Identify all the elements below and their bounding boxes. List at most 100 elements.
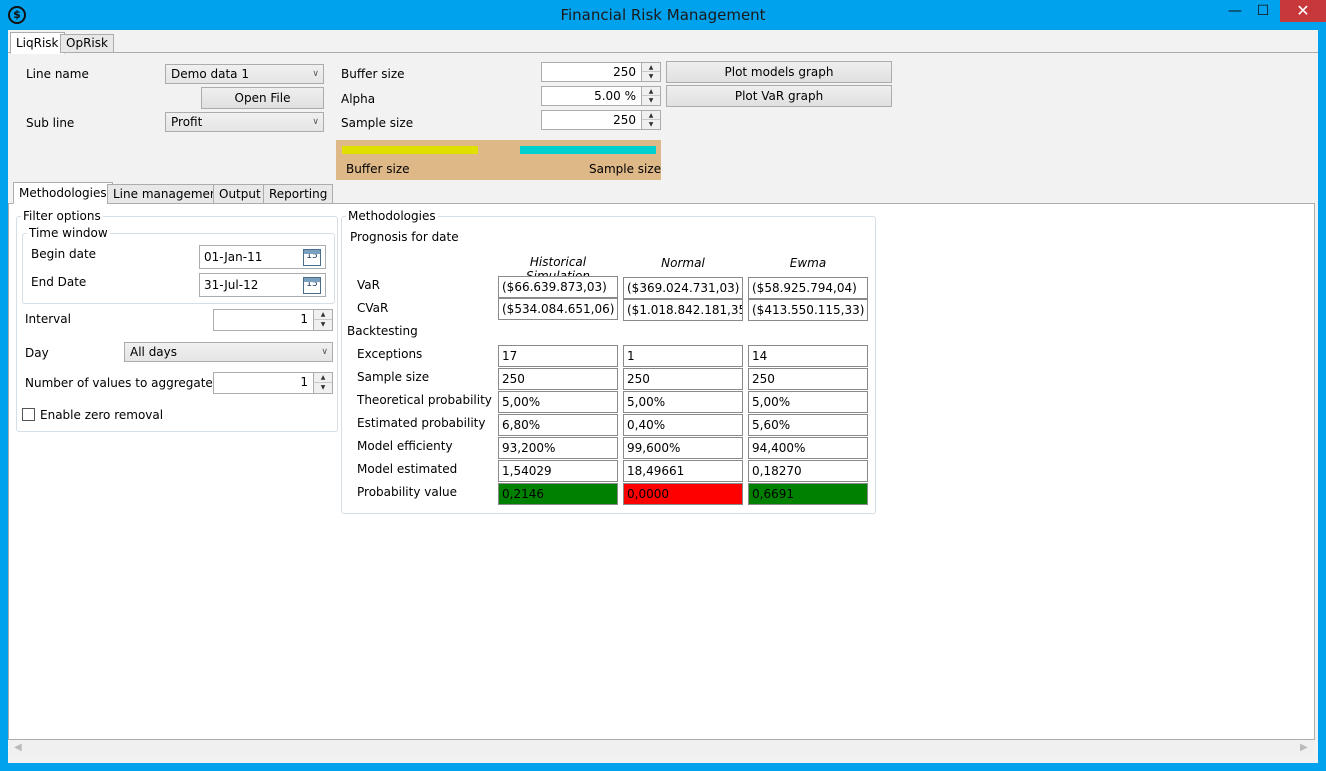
begin-date-picker[interactable]: 01-Jan-11 15 [199,245,326,269]
calendar-icon[interactable]: 15 [303,277,321,294]
tab-line-management[interactable]: Line management [107,184,229,204]
sample-size-ewma-cell: 250 [748,368,868,390]
spin-down-icon[interactable]: ▼ [641,120,660,129]
close-icon[interactable]: ✕ [1280,0,1326,22]
zero-removal-label: Enable zero removal [40,408,164,422]
sample-size-label: Sample size [341,116,414,130]
maximize-icon[interactable]: ☐ [1248,0,1278,22]
plot-models-graph-button[interactable]: Plot models graph [666,61,892,83]
alpha-label: Alpha [341,92,376,106]
line-name-select[interactable]: Demo data 1 ∨ [165,64,324,84]
var-normal-cell: ($369.024.731,03) [623,277,743,299]
calendar-icon[interactable]: 15 [303,249,321,266]
model-efficienty-normal-cell: 99,600% [623,437,743,459]
cvar-historical-cell: ($534.084.651,06) [498,298,618,320]
sample-size-normal-cell: 250 [623,368,743,390]
alpha-value: 5.00 % [594,89,636,103]
spin-down-icon[interactable]: ▼ [313,383,332,393]
spin-up-icon[interactable]: ▲ [313,373,332,383]
interval-label: Interval [25,312,71,326]
methodologies-title: Methodologies [346,209,438,223]
sample-size-bar[interactable] [520,146,656,154]
interval-value: 1 [300,312,308,326]
spin-down-icon[interactable]: ▼ [313,320,332,330]
sub-line-value: Profit [171,115,203,129]
exceptions-label: Exceptions [357,347,423,361]
minimize-icon[interactable]: — [1220,0,1250,22]
spin-up-icon[interactable]: ▲ [641,111,660,120]
day-value: All days [130,345,178,359]
spin-down-icon[interactable]: ▼ [641,96,660,105]
filter-options-title: Filter options [21,209,103,223]
sub-line-label: Sub line [26,116,75,130]
open-file-button[interactable]: Open File [201,87,324,109]
model-estimated-normal-cell: 18,49661 [623,460,743,482]
spin-up-icon[interactable]: ▲ [641,63,660,72]
end-date-value: 31-Jul-12 [204,278,259,292]
aggregate-spinner[interactable]: 1 ▲ ▼ [213,372,333,394]
spin-down-icon[interactable]: ▼ [641,72,660,81]
aggregate-value: 1 [300,375,308,389]
cvar-ewma-cell: ($413.550.115,33) [748,299,868,321]
plot-var-graph-button[interactable]: Plot VaR graph [666,85,892,107]
probability-value-label: Probability value [357,485,458,499]
column-header-normal: Normal [661,256,705,270]
model-efficienty-historical-cell: 93,200% [498,437,618,459]
probability-ewma-cell: 0,6691 [748,483,868,505]
window-frame-left [0,30,8,771]
buffer-size-value: 250 [613,65,636,79]
theoretical-probability-label: Theoretical probability [357,393,492,407]
model-efficienty-ewma-cell: 94,400% [748,437,868,459]
slider-sample-label: Sample size [589,162,662,176]
end-date-label: End Date [31,275,87,289]
estimated-probability-ewma-cell: 5,60% [748,414,868,436]
tab-oprisk[interactable]: OpRisk [60,34,114,53]
alpha-spinner[interactable]: 5.00 % ▲ ▼ [541,86,661,106]
sub-line-select[interactable]: Profit ∨ [165,112,324,132]
chevron-down-icon: ∨ [312,117,319,127]
sample-size-spinner[interactable]: 250 ▲ ▼ [541,110,661,130]
sample-size-row-label: Sample size [357,370,430,384]
horizontal-scrollbar[interactable] [9,740,1314,757]
theoretical-probability-historical-cell: 5,00% [498,391,618,413]
scroll-right-icon[interactable]: ▶ [1300,742,1308,753]
var-label: VaR [357,278,380,292]
window-frame-bottom [0,763,1326,771]
tab-liqrisk[interactable]: LiqRisk [10,32,65,54]
prognosis-label: Prognosis for date [350,230,459,244]
exceptions-normal-cell: 1 [623,345,743,367]
buffer-size-label: Buffer size [341,67,405,81]
zero-removal-checkbox[interactable] [22,408,35,421]
estimated-probability-normal-cell: 0,40% [623,414,743,436]
time-window-title: Time window [27,226,110,240]
probability-normal-cell: 0,0000 [623,483,743,505]
spin-up-icon[interactable]: ▲ [313,310,332,320]
buffer-size-bar[interactable] [342,146,478,154]
spin-up-icon[interactable]: ▲ [641,87,660,96]
column-header-ewma: Ewma [789,256,827,270]
tab-output[interactable]: Output [213,184,267,204]
tab-methodologies[interactable]: Methodologies [13,182,113,204]
backtesting-label: Backtesting [347,324,418,338]
begin-date-value: 01-Jan-11 [204,250,263,264]
buffer-size-spinner[interactable]: 250 ▲ ▼ [541,62,661,82]
model-estimated-label: Model estimated [357,462,458,476]
interval-spinner[interactable]: 1 ▲ ▼ [213,309,333,331]
window-frame-right [1318,30,1326,771]
cvar-label: CVaR [357,301,389,315]
line-name-label: Line name [26,67,89,81]
end-date-picker[interactable]: 31-Jul-12 15 [199,273,326,297]
model-estimated-ewma-cell: 0,18270 [748,460,868,482]
var-historical-cell: ($66.639.873,03) [498,276,618,298]
sample-size-value: 250 [613,113,636,127]
probability-historical-cell: 0,2146 [498,483,618,505]
line-name-value: Demo data 1 [171,67,249,81]
day-select[interactable]: All days ∨ [124,342,333,362]
estimated-probability-historical-cell: 6,80% [498,414,618,436]
begin-date-label: Begin date [31,247,97,261]
day-label: Day [25,346,49,360]
tab-reporting[interactable]: Reporting [263,184,334,204]
theoretical-probability-ewma-cell: 5,00% [748,391,868,413]
outer-tab-divider [8,52,1318,53]
scroll-left-icon[interactable]: ◀ [14,742,22,753]
